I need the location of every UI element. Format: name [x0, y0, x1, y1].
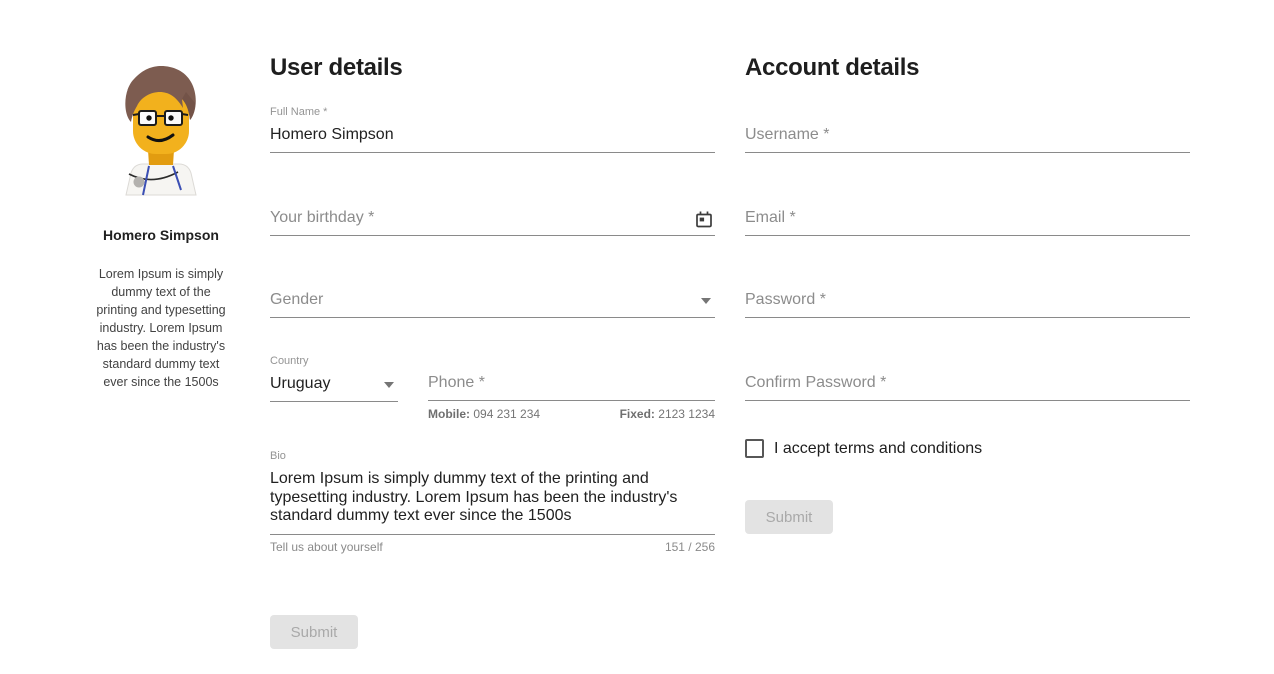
password-input[interactable] [745, 291, 1190, 309]
bio-field: Bio Lorem Ipsum is simply dummy text of … [270, 450, 715, 535]
bio-helper-text: Tell us about yourself [270, 540, 383, 554]
email-field [745, 204, 1190, 236]
password-field [745, 287, 1190, 318]
bio-hints: Tell us about yourself 151 / 256 [270, 540, 715, 554]
user-submit-button[interactable]: Submit [270, 615, 358, 649]
birthday-field [270, 204, 715, 236]
full-name-field: Full Name * [270, 106, 715, 153]
gender-select[interactable]: Gender [270, 287, 715, 318]
bio-textarea[interactable]: Lorem Ipsum is simply dummy text of the … [270, 470, 715, 527]
terms-checkbox[interactable] [745, 439, 764, 458]
email-input[interactable] [745, 209, 1190, 227]
username-input[interactable] [745, 126, 1190, 144]
dropdown-arrow-icon [384, 382, 394, 388]
full-name-input[interactable] [270, 126, 715, 144]
username-field [745, 120, 1190, 153]
birthday-input[interactable] [270, 209, 715, 227]
phone-field [428, 372, 715, 401]
phone-hint-fixed: Fixed: 2123 1234 [620, 407, 715, 421]
phone-hints: Mobile: 094 231 234 Fixed: 2123 1234 [428, 407, 715, 421]
profile-name: Homero Simpson [85, 227, 237, 243]
terms-row: I accept terms and conditions [745, 439, 982, 458]
phone-hint-mobile: Mobile: 094 231 234 [428, 407, 540, 421]
account-details-title: Account details [745, 54, 919, 82]
registration-page: Homero Simpson Lorem Ipsum is simply dum… [0, 0, 1274, 674]
user-details-section: User details Full Name * Gender Country [270, 0, 715, 674]
lego-avatar-icon [112, 62, 210, 196]
terms-label: I accept terms and conditions [774, 440, 982, 458]
user-details-title: User details [270, 54, 402, 82]
country-value: Uruguay [270, 375, 398, 393]
phone-input[interactable] [428, 374, 715, 392]
confirm-password-input[interactable] [745, 374, 1190, 392]
bio-label: Bio [270, 450, 715, 462]
full-name-label: Full Name * [270, 106, 715, 118]
calendar-icon[interactable] [694, 210, 714, 230]
profile-panel: Homero Simpson Lorem Ipsum is simply dum… [85, 62, 237, 391]
dropdown-arrow-icon [701, 298, 711, 304]
country-select[interactable]: Country Uruguay [270, 355, 398, 402]
bio-char-counter: 151 / 256 [665, 540, 715, 554]
account-details-section: Account details I accept terms and condi… [745, 0, 1190, 674]
confirm-password-field [745, 371, 1190, 401]
avatar [112, 62, 210, 196]
country-label: Country [270, 355, 398, 367]
account-submit-button[interactable]: Submit [745, 500, 833, 534]
profile-bio: Lorem Ipsum is simply dummy text of the … [91, 265, 231, 391]
gender-placeholder: Gender [270, 291, 323, 309]
